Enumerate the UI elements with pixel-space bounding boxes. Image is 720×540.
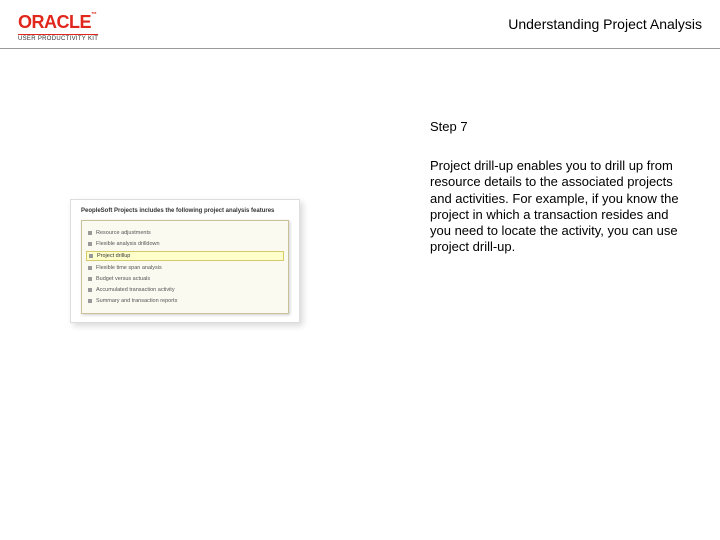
list-item: Summary and transaction reports xyxy=(86,297,284,305)
list-item: Resource adjustments xyxy=(86,229,284,237)
list-item: Budget versus actuals xyxy=(86,275,284,283)
list-item-highlighted: Project drillup xyxy=(86,251,284,261)
bullet-icon xyxy=(88,288,92,292)
bullet-icon xyxy=(88,242,92,246)
list-item-label: Project drillup xyxy=(97,253,130,259)
oracle-logo-text: ORACLE xyxy=(18,12,91,32)
step-column: Step 7 Project drill-up enables you to d… xyxy=(420,119,680,323)
bullet-icon xyxy=(89,254,93,258)
slide-column: PeopleSoft Projects includes the followi… xyxy=(20,119,420,323)
slide-heading: PeopleSoft Projects includes the followi… xyxy=(81,208,289,214)
slide-thumbnail: PeopleSoft Projects includes the followi… xyxy=(70,199,300,323)
list-item: Accumulated transaction activity xyxy=(86,286,284,294)
list-item-label: Flexible analysis drilldown xyxy=(96,241,160,247)
list-item-label: Budget versus actuals xyxy=(96,276,150,282)
list-item-label: Summary and transaction reports xyxy=(96,298,177,304)
bullet-icon xyxy=(88,277,92,281)
oracle-subtitle: USER PRODUCTIVITY KIT xyxy=(18,34,98,42)
oracle-logo-block: ORACLE™ USER PRODUCTIVITY KIT xyxy=(18,12,98,42)
list-item-label: Resource adjustments xyxy=(96,230,151,236)
header: ORACLE™ USER PRODUCTIVITY KIT Understand… xyxy=(0,0,720,49)
trademark-icon: ™ xyxy=(91,12,97,18)
step-body: Project drill-up enables you to drill up… xyxy=(430,158,680,256)
bullet-icon xyxy=(88,299,92,303)
slide-feature-box: Resource adjustments Flexible analysis d… xyxy=(81,220,289,314)
page-title: Understanding Project Analysis xyxy=(508,12,702,32)
list-item-label: Accumulated transaction activity xyxy=(96,287,175,293)
bullet-icon xyxy=(88,266,92,270)
list-item: Flexible time span analysis xyxy=(86,264,284,272)
oracle-logo: ORACLE™ xyxy=(18,12,97,33)
list-item-label: Flexible time span analysis xyxy=(96,265,162,271)
bullet-icon xyxy=(88,231,92,235)
content-area: PeopleSoft Projects includes the followi… xyxy=(0,49,720,323)
step-label: Step 7 xyxy=(430,119,680,134)
list-item: Flexible analysis drilldown xyxy=(86,240,284,248)
